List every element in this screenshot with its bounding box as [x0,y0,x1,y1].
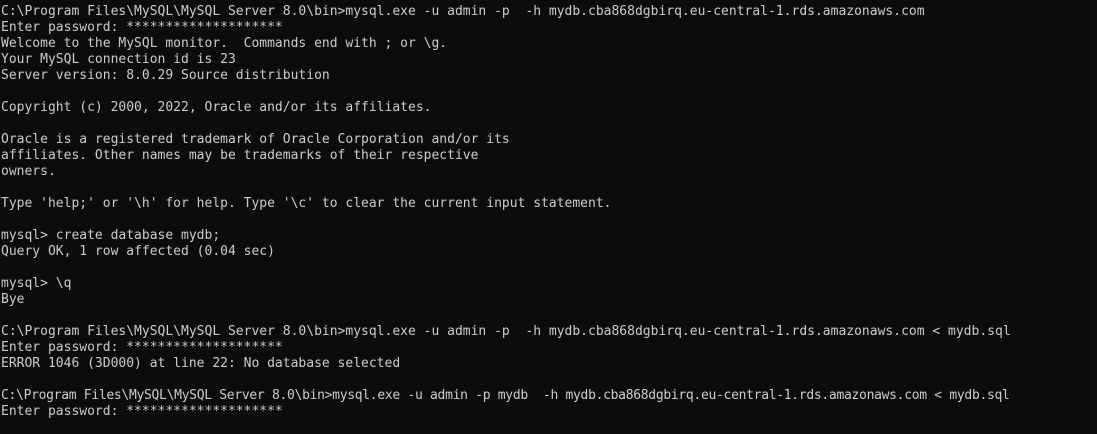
terminal-line: Your MySQL connection id is 23 [1,52,236,67]
terminal-line: Enter password: ******************** [1,404,283,419]
terminal-line: C:\Program Files\MySQL\MySQL Server 8.0\… [1,4,925,19]
terminal-line: mysql> \q [1,276,72,291]
terminal-line: ERROR 1046 (3D000) at line 22: No databa… [1,356,401,371]
terminal-line: C:\Program Files\MySQL\MySQL Server 8.0\… [1,388,1010,403]
terminal-line: Enter password: ******************** [1,20,283,35]
terminal-line: Copyright (c) 2000, 2022, Oracle and/or … [1,100,432,115]
terminal-line: Welcome to the MySQL monitor. Commands e… [1,36,448,51]
terminal-line: Query OK, 1 row affected (0.04 sec) [1,244,275,259]
terminal-line: Oracle is a registered trademark of Orac… [1,132,510,147]
terminal-line: affiliates. Other names may be trademark… [1,148,479,163]
terminal-line: Server version: 8.0.29 Source distributi… [1,68,330,83]
terminal-line: Bye [1,292,25,307]
terminal-line: Enter password: ******************** [1,340,283,355]
terminal-line: Type 'help;' or '\h' for help. Type '\c'… [1,196,612,211]
terminal-line: C:\Program Files\MySQL\MySQL Server 8.0\… [1,324,1011,339]
terminal-line: mysql> create database mydb; [1,228,221,243]
terminal-line: owners. [1,164,56,179]
terminal-window[interactable]: C:\Program Files\MySQL\MySQL Server 8.0\… [0,0,1097,434]
